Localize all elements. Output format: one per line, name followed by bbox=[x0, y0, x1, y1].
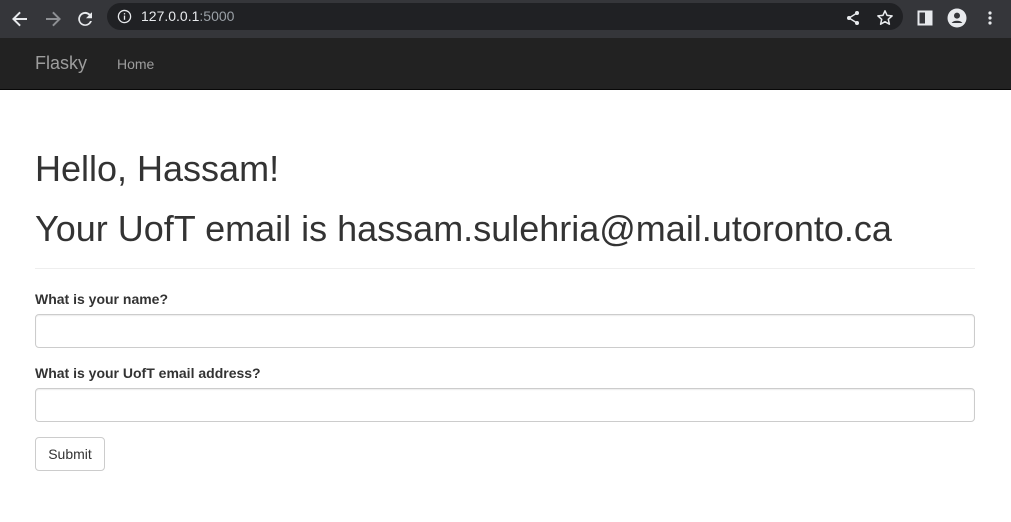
url-port: :5000 bbox=[199, 8, 235, 24]
site-navbar: Flasky Home bbox=[0, 38, 1011, 90]
site-info-icon[interactable] bbox=[117, 9, 132, 24]
share-icon[interactable] bbox=[841, 6, 865, 30]
email-input[interactable] bbox=[35, 388, 975, 422]
back-arrow-icon[interactable] bbox=[7, 6, 33, 32]
reload-icon[interactable] bbox=[72, 6, 98, 32]
header-divider bbox=[35, 268, 975, 269]
forward-arrow-icon[interactable] bbox=[40, 6, 66, 32]
profile-icon[interactable] bbox=[945, 6, 969, 30]
url-host: 127.0.0.1 bbox=[141, 8, 200, 24]
email-heading: Your UofT email is hassam.sulehria@mail.… bbox=[35, 208, 892, 249]
url-text[interactable]: 127.0.0.1:5000 bbox=[141, 8, 234, 25]
browser-toolbar: 127.0.0.1:5000 bbox=[0, 0, 1011, 38]
submit-button[interactable]: Submit bbox=[35, 437, 105, 471]
bookmark-star-icon[interactable] bbox=[873, 6, 897, 30]
address-bar[interactable]: 127.0.0.1:5000 bbox=[107, 3, 903, 30]
name-input[interactable] bbox=[35, 314, 975, 348]
name-field-label: What is your name? bbox=[35, 291, 169, 307]
nav-link-home[interactable]: Home bbox=[117, 56, 154, 72]
email-field-label: What is your UofT email address? bbox=[35, 365, 261, 381]
side-panel-icon[interactable] bbox=[913, 6, 937, 30]
greeting-heading: Hello, Hassam! bbox=[35, 148, 280, 189]
more-menu-icon[interactable] bbox=[978, 6, 1002, 30]
navbar-brand[interactable]: Flasky bbox=[35, 53, 87, 73]
